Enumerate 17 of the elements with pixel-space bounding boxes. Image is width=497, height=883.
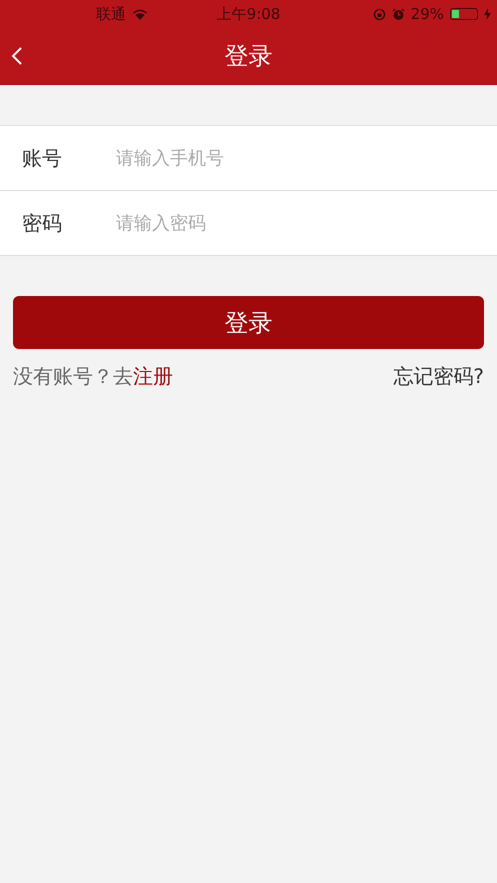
register-prompt: 没有账号？去注册: [13, 363, 173, 390]
login-button[interactable]: 登录: [13, 296, 484, 349]
input-field[interactable]: 请输入密码: [114, 212, 418, 234]
page-title: 登录: [224, 41, 272, 72]
battery-icon: [450, 8, 478, 20]
wifi-icon: [132, 8, 148, 20]
alarm-icon: [392, 8, 405, 20]
field-label: 密码: [22, 210, 63, 236]
status-time: 上午9:08: [216, 4, 280, 24]
carrier-name: 联通: [96, 4, 126, 24]
input-field[interactable]: 请输入手机号: [114, 146, 418, 170]
back-icon[interactable]: [11, 46, 23, 66]
register-link[interactable]: 注册: [133, 364, 173, 388]
forgot-password-link[interactable]: 忘记密码?: [393, 363, 484, 390]
battery-percent: 29%: [410, 5, 444, 23]
field-label: 账号: [22, 144, 63, 172]
rotation-lock-icon: [372, 8, 386, 20]
